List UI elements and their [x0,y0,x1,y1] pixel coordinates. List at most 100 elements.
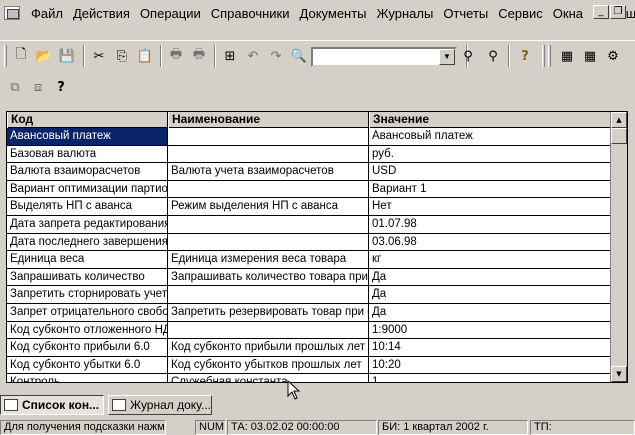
table-row[interactable]: Код субконто прибыли 6.0 Код субконто при… [7,339,611,357]
cell-value[interactable]: Да [369,303,611,321]
cell-value[interactable]: USD [369,163,611,180]
cell-name[interactable]: Служебная константа [168,374,369,382]
cell-code[interactable]: Выделять НП с аванса [7,198,168,215]
task-constants-list[interactable]: Список кон... [0,395,104,415]
table-row[interactable]: Авансовый платеж Авансовый платеж [7,128,611,146]
toolbar-grip[interactable] [548,45,551,67]
menu-actions[interactable]: Действия [68,6,135,22]
cell-name[interactable]: Запрашивать количество товара при г [168,268,369,286]
toolbar-grip[interactable] [4,45,7,67]
cell-name[interactable] [168,128,369,145]
menu-documents[interactable]: Документы [295,6,372,22]
scroll-up-icon[interactable]: ▲ [611,112,627,128]
cell-value[interactable]: 03.06.98 [369,233,611,251]
cell-value[interactable]: 1 [369,374,611,382]
cell-name[interactable] [168,145,369,163]
find-prev-icon[interactable]: ⚲ [482,45,504,67]
cell-value[interactable]: Авансовый платеж [369,128,611,145]
task-documents-journal[interactable]: Журнал доку... [108,395,212,415]
table-row[interactable]: Валюта взаиморасчетов Валюта учета взаимо… [7,163,611,181]
menu-file[interactable]: Файл [26,6,68,22]
cell-value[interactable]: руб. [369,145,611,163]
menu-reports[interactable]: Отчеты [438,6,493,22]
cell-name[interactable]: Валюта учета взаиморасчетов [168,163,369,180]
calculator-icon[interactable]: ▦ [556,45,578,67]
cell-name[interactable]: Единица измерения веса товара [168,251,369,268]
toolbar-grip[interactable] [542,45,545,67]
scroll-down-icon[interactable]: ▼ [611,366,627,382]
table-row[interactable]: Дата последнего завершения 03.06.98 [7,233,611,252]
find-next-icon[interactable]: ⚲ [457,45,479,67]
cell-name[interactable]: Код субконто убытков прошлых лет [168,356,369,374]
cell-code[interactable]: Запрет отрицательного свобо, [7,303,168,321]
settings-icon[interactable]: ⚙ [602,45,624,67]
vertical-scrollbar[interactable]: ▲ ▼ [610,112,627,382]
calendar-icon[interactable]: ▦ [579,45,601,67]
scroll-thumb[interactable] [611,128,627,144]
table-row[interactable]: Запрашивать количество Запрашивать количе… [7,268,611,287]
table-row[interactable]: Запретить сторнировать учет Да [7,286,611,304]
table-row[interactable]: Код субконто отложенного НД 1:9000 [7,321,611,340]
cell-code[interactable]: Код субконто отложенного НД [7,321,168,339]
table-row[interactable]: Вариант оптимизации партион Вариант 1 [7,180,611,199]
cell-name[interactable] [168,215,369,233]
column-header-code[interactable]: Код [7,112,168,128]
column-header-value[interactable]: Значение [369,112,611,128]
table-row[interactable]: Код субконто убытки 6.0 Код субконто убыт… [7,356,611,375]
cell-code[interactable]: Дата запрета редактирования [7,215,168,233]
cut-icon[interactable]: ✂ [88,45,110,67]
redo-icon[interactable]: ↷ [265,45,287,67]
chevron-down-icon[interactable]: ▼ [439,49,455,65]
cell-value[interactable]: Вариант 1 [369,180,611,198]
undo-icon[interactable]: ↶ [242,45,264,67]
cell-value[interactable]: кг [369,251,611,268]
menu-catalogs[interactable]: Справочники [206,6,295,22]
cell-value[interactable]: 10:20 [369,356,611,374]
cell-value[interactable]: 01.07.98 [369,215,611,233]
cell-value[interactable]: Да [369,268,611,286]
print-preview-icon[interactable]: 🖶 [188,45,210,67]
cell-code[interactable]: Запрашивать количество [7,268,168,286]
cell-name[interactable]: Код субконто прибыли прошлых лет [168,339,369,356]
cell-code[interactable]: Авансовый платеж [7,128,168,145]
copy-icon[interactable]: ⎘ [111,45,133,67]
cell-name[interactable] [168,233,369,251]
cell-code[interactable]: Контроль [7,374,168,382]
table-row[interactable]: Дата запрета редактирования 01.07.98 [7,215,611,234]
minimize-icon[interactable]: _ [593,5,609,19]
cell-name[interactable]: Запретить резервировать товар при с [168,303,369,321]
table-row[interactable]: Базовая валюта руб. [7,145,611,164]
table-row[interactable]: Выделять НП с аванса Режим выделения НП с… [7,198,611,216]
move-row-icon[interactable]: ⧈ [27,76,49,98]
help-context-icon[interactable]: ? [50,76,72,98]
table-row[interactable]: Единица веса Единица измерения веса товар… [7,251,611,269]
menu-windows[interactable]: Окна [548,6,588,22]
column-header-name[interactable]: Наименование [168,112,369,128]
cell-code[interactable]: Валюта взаиморасчетов [7,163,168,180]
cell-name[interactable] [168,286,369,303]
cell-code[interactable]: Код субконто прибыли 6.0 [7,339,168,356]
menu-journals[interactable]: Журналы [372,6,439,22]
new-document-icon[interactable]: 🗋 [10,45,32,67]
find-binoculars-icon[interactable]: 🔍 [288,45,310,67]
table-row[interactable]: Контроль Служебная константа 1 [7,374,611,382]
cell-name[interactable]: Режим выделения НП с аванса [168,198,369,215]
cell-value[interactable]: Да [369,286,611,303]
cell-code[interactable]: Код субконто убытки 6.0 [7,356,168,374]
search-combobox[interactable]: ▼ [311,47,457,67]
help-icon[interactable]: ? [514,45,536,67]
cell-code[interactable]: Единица веса [7,251,168,268]
print-icon[interactable]: 🖶 [165,45,187,67]
cell-code[interactable]: Вариант оптимизации партион [7,180,168,198]
cell-value[interactable]: 10:14 [369,339,611,356]
open-folder-icon[interactable]: 📂 [33,45,55,67]
restore-icon[interactable]: ❐ [610,5,626,19]
menu-service[interactable]: Сервис [493,6,548,22]
cell-name[interactable] [168,180,369,198]
cell-code[interactable]: Запретить сторнировать учет [7,286,168,303]
cell-name[interactable] [168,321,369,339]
cell-value[interactable]: 1:9000 [369,321,611,339]
paste-icon[interactable]: 📋 [134,45,156,67]
copy-row-icon[interactable]: ⧉ [4,76,26,98]
table-row[interactable]: Запрет отрицательного свобо, Запретить ре… [7,303,611,322]
